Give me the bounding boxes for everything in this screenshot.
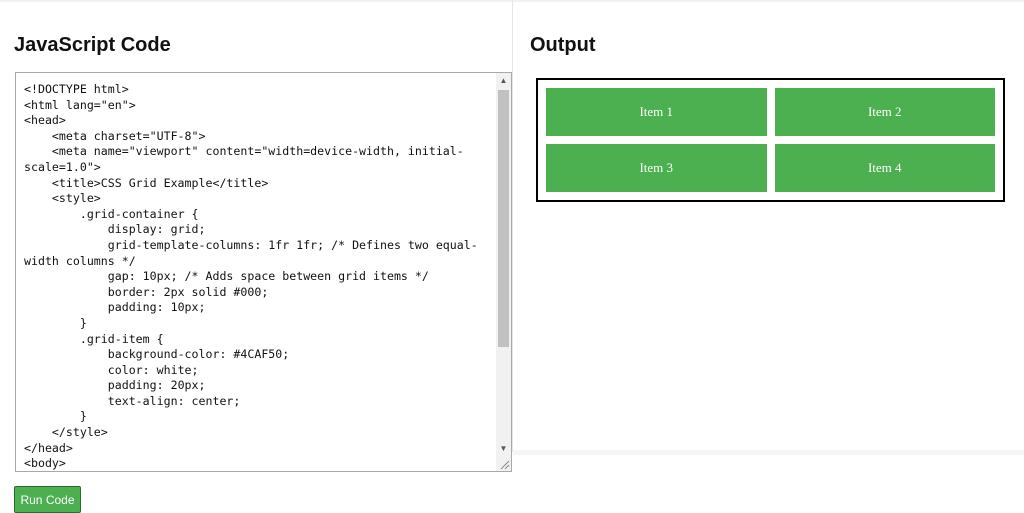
- output-grid-container: Item 1 Item 2 Item 3 Item 4: [536, 78, 1005, 202]
- code-panel: JavaScript Code <!DOCTYPE html> <html la…: [0, 0, 513, 472]
- run-code-button[interactable]: Run Code: [14, 486, 81, 513]
- code-panel-title: JavaScript Code: [14, 34, 171, 56]
- grid-item: Item 3: [546, 144, 767, 192]
- code-editor[interactable]: <!DOCTYPE html> <html lang="en"> <head> …: [15, 72, 512, 472]
- editor-scrollbar[interactable]: ▲ ▼: [496, 73, 511, 471]
- grid-item: Item 1: [546, 88, 767, 136]
- scroll-up-icon[interactable]: ▲: [496, 73, 511, 88]
- grid-item: Item 4: [774, 144, 995, 192]
- output-bottom-divider: [513, 450, 1024, 455]
- resize-grip-icon[interactable]: [498, 458, 510, 470]
- grid-item: Item 2: [774, 88, 995, 136]
- code-text[interactable]: <!DOCTYPE html> <html lang="en"> <head> …: [24, 82, 494, 471]
- output-panel-title: Output: [530, 34, 596, 56]
- scroll-thumb[interactable]: [498, 90, 509, 347]
- scroll-down-icon[interactable]: ▼: [496, 441, 511, 456]
- output-panel: Output: [513, 0, 1024, 452]
